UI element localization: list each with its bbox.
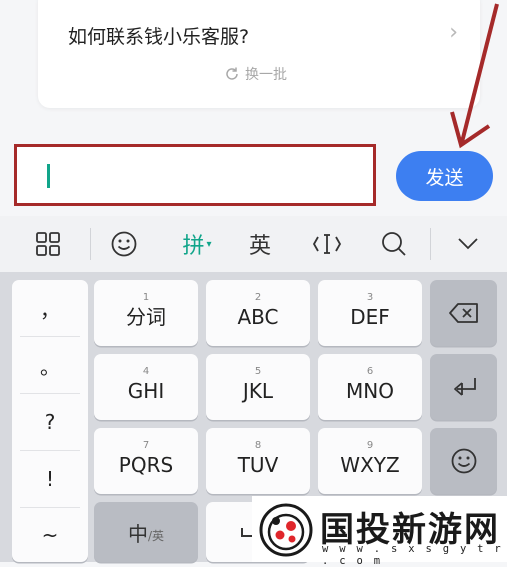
key-number: 5 — [254, 366, 262, 377]
key-number: 9 — [366, 440, 374, 451]
pinyin-label: 拼 — [182, 234, 205, 259]
cursor-move-icon[interactable] — [305, 216, 349, 272]
punct-key[interactable]: ~ — [12, 508, 88, 562]
grid-menu-icon[interactable] — [26, 216, 70, 272]
ladybug-logo — [259, 503, 313, 557]
key-9[interactable]: 9 WXYZ — [318, 428, 422, 494]
key-number: 1 — [142, 292, 150, 303]
lang-switch-key[interactable]: 中 /英 — [94, 502, 198, 562]
emoji-key[interactable] — [430, 428, 497, 494]
key-1[interactable]: 1 分词 — [94, 280, 198, 346]
lang-switch-main: 中 — [127, 521, 148, 546]
search-icon[interactable] — [372, 216, 416, 272]
key-label: DEF — [350, 305, 390, 329]
key-7[interactable]: 7 PQRS — [94, 428, 198, 494]
key-number: 8 — [254, 440, 262, 451]
key-number: 6 — [366, 366, 374, 377]
key-label: 分词 — [126, 305, 166, 329]
key-label: MNO — [346, 379, 394, 403]
punct-key[interactable]: ? — [12, 394, 88, 450]
key-5[interactable]: 5 JKL — [206, 354, 310, 420]
keyboard-toolbar: 拼 ▾ 英 — [0, 216, 507, 272]
key-number: 3 — [366, 292, 374, 303]
enter-key[interactable] — [430, 354, 497, 420]
key-label: PQRS — [118, 453, 174, 477]
key-number: 2 — [254, 292, 262, 303]
caret-down-icon: ▾ — [206, 238, 212, 250]
toolbar-divider — [90, 228, 91, 260]
backspace-icon — [448, 303, 478, 323]
chevron-down-icon[interactable] — [446, 216, 490, 272]
key-number: 7 — [142, 440, 150, 451]
enter-icon — [453, 378, 476, 396]
punct-key[interactable]: ! — [12, 451, 88, 507]
punctuation-column[interactable]: ， 。 ? ! ~ — [12, 280, 88, 562]
key-label: GHI — [127, 379, 165, 403]
key-6[interactable]: 6 MNO — [318, 354, 422, 420]
toolbar-divider — [430, 228, 431, 260]
backspace-key[interactable] — [430, 280, 497, 346]
key-label: ABC — [237, 305, 279, 329]
key-2[interactable]: 2 ABC — [206, 280, 310, 346]
punct-key[interactable]: ， — [12, 280, 88, 336]
emoji-icon — [451, 448, 476, 474]
english-mode-button[interactable]: 英 — [238, 216, 282, 272]
key-label: WXYZ — [340, 453, 400, 477]
lang-switch-sub: /英 — [147, 528, 165, 543]
watermark: 国投新游网 w w w . s x s g y t r . c o m — [252, 496, 507, 567]
key-8[interactable]: 8 TUV — [206, 428, 310, 494]
key-4[interactable]: 4 GHI — [94, 354, 198, 420]
watermark-url: w w w . s x s g y t r . c o m — [322, 543, 504, 567]
key-label: JKL — [242, 379, 274, 403]
key-number: 4 — [142, 366, 150, 377]
punct-key[interactable]: 。 — [12, 337, 88, 393]
key-3[interactable]: 3 DEF — [318, 280, 422, 346]
emoji-icon[interactable] — [102, 216, 146, 272]
pinyin-mode-button[interactable]: 拼 ▾ — [172, 216, 222, 272]
key-label: TUV — [237, 453, 279, 477]
